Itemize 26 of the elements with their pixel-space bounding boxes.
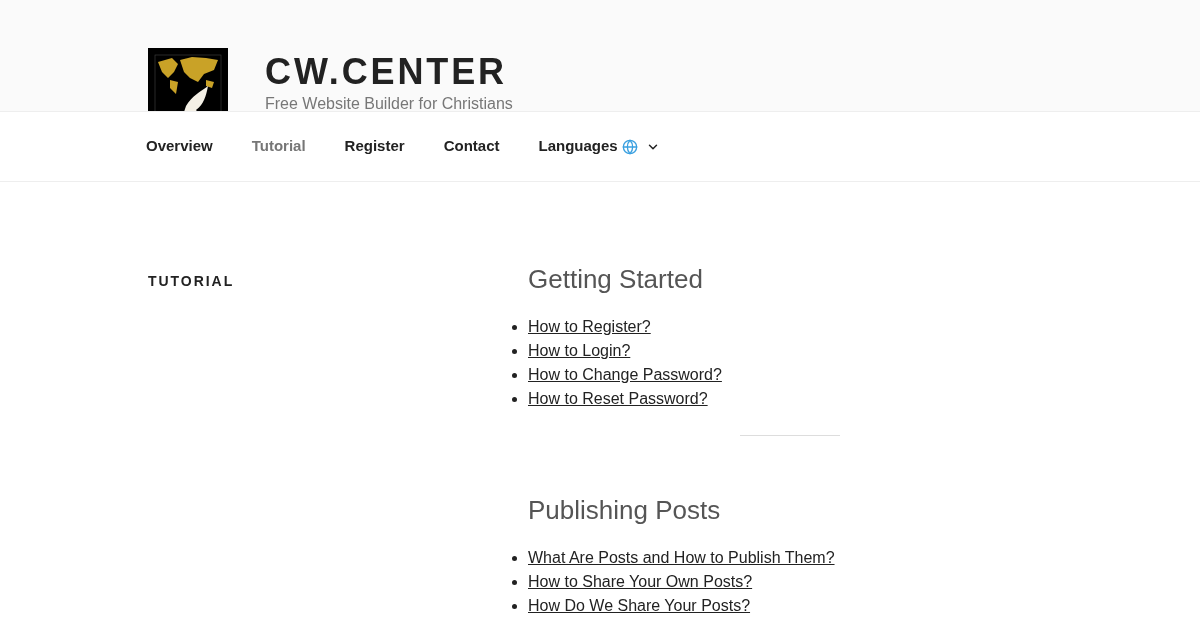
help-article-link[interactable]: How to Register?: [528, 315, 651, 339]
nav-link[interactable]: Tutorial: [251, 135, 306, 158]
bullet-icon: [512, 603, 517, 609]
nav-link[interactable]: Register: [344, 135, 405, 158]
nav-link[interactable]: Languages: [538, 135, 660, 158]
bullet-icon: [512, 579, 517, 585]
bullet-icon: [512, 348, 517, 354]
page-title: TUTORIAL: [148, 272, 235, 291]
section-heading: Publishing Posts: [528, 494, 722, 526]
globe-icon: [621, 138, 638, 155]
help-article-link[interactable]: How Do We Share Your Posts?: [528, 594, 751, 618]
bullet-icon: [512, 396, 517, 402]
nav-link[interactable]: Contact: [443, 135, 500, 158]
bullet-icon: [512, 555, 517, 561]
bullet-icon: [512, 372, 517, 378]
help-article-link[interactable]: What Are Posts and How to Publish Them?: [528, 546, 835, 570]
site-title[interactable]: CW.CENTER: [265, 52, 513, 92]
nav-link[interactable]: Overview: [146, 135, 213, 158]
site-tagline: Free Website Builder for Christians: [265, 94, 513, 111]
bullet-icon: [512, 324, 517, 330]
section-heading: Getting Started: [528, 263, 704, 295]
world-map-dove-logo[interactable]: [148, 48, 228, 111]
help-article-link[interactable]: How to Login?: [528, 339, 631, 363]
help-article-link[interactable]: How to Share Your Own Posts?: [528, 570, 753, 594]
help-article-link[interactable]: How to Reset Password?: [528, 387, 708, 411]
help-article-link[interactable]: How to Change Password?: [528, 363, 722, 387]
